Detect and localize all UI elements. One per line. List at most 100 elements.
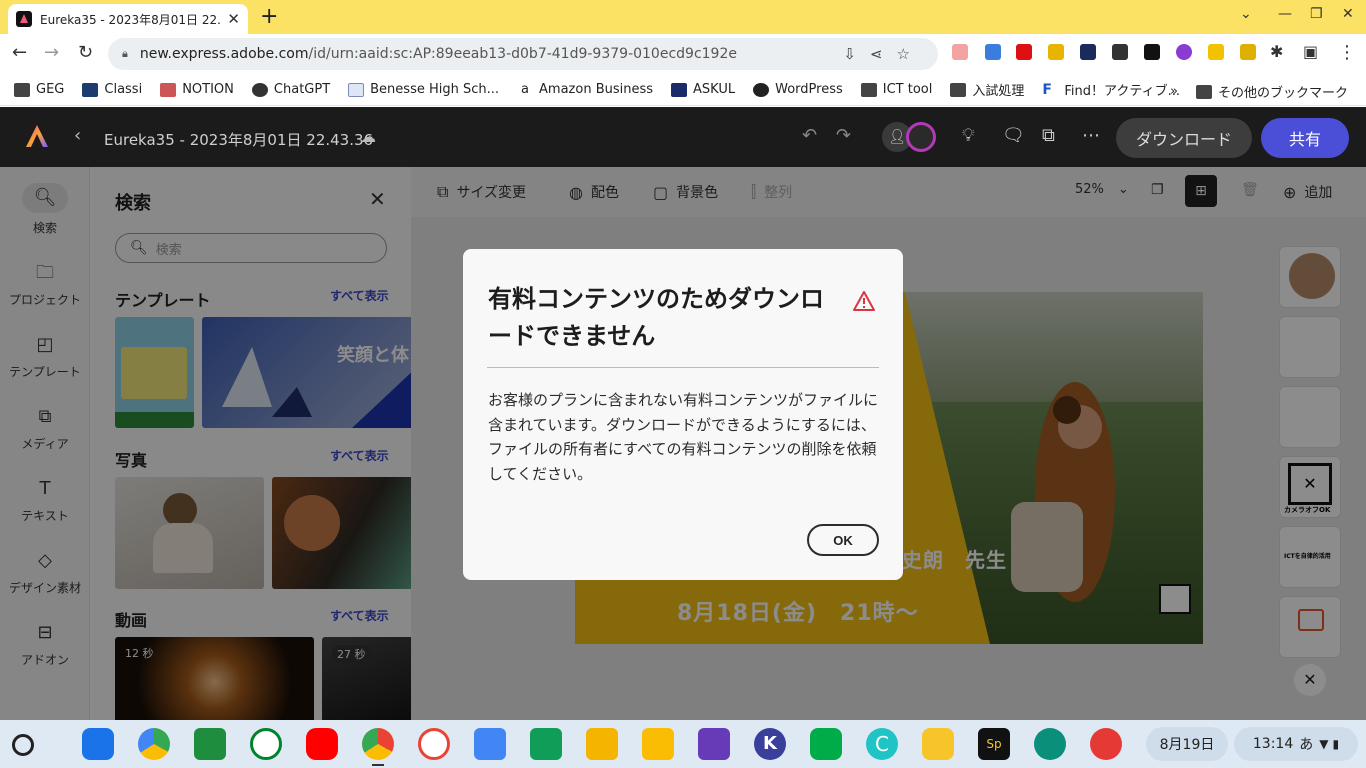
restore-button[interactable]: ❐ [1310,6,1323,22]
extension-icon[interactable] [1016,44,1032,60]
extension-icon[interactable] [1048,44,1064,60]
comment-icon[interactable]: 🗨︎ [1002,125,1025,146]
undo-icon[interactable]: ↶ [802,125,817,146]
launcher-icon[interactable] [12,734,34,756]
avatar[interactable] [906,122,936,152]
os-shelf: K C Sp 8月19日 13:14 あ ▼ ▮ [0,720,1366,768]
download-button[interactable]: ダウンロード [1116,118,1252,158]
back-chevron-icon[interactable]: ‹ [74,125,81,146]
bookmark-item[interactable]: NOTION [160,82,234,97]
chatgpt-icon [251,82,268,97]
benesse-icon [348,82,365,97]
forms-app-icon[interactable] [698,728,730,760]
bookmark-item[interactable]: Benesse High Sch... [348,82,499,97]
back-arrow-icon[interactable]: ← [12,42,27,63]
other-bookmarks[interactable]: » その他のブックマーク [1170,82,1348,101]
bookmark-item[interactable]: Classi [82,82,142,97]
bookmark-item[interactable]: ChatGPT [251,82,330,97]
paint-app-icon[interactable] [1090,728,1122,760]
canva-app-icon[interactable]: C [866,728,898,760]
ime-indicator: あ [1299,737,1314,753]
bookmark-item[interactable]: a Amazon Business [517,82,653,97]
battery-icon: ▮ [1332,737,1340,751]
notion-icon [160,82,177,97]
chrome-app-icon[interactable] [362,728,394,760]
app-icon[interactable] [922,728,954,760]
meet-app-icon[interactable] [250,728,282,760]
files-app-icon[interactable] [82,728,114,760]
bookmark-item[interactable]: GEG [14,82,64,97]
spark-app-icon[interactable]: Sp [978,728,1010,760]
forward-arrow-icon[interactable]: → [44,42,59,63]
amazon-icon: a [517,82,534,97]
bookmark-item[interactable]: F Find！アクティブ... [1042,80,1180,99]
close-window-button[interactable]: ✕ [1342,6,1354,22]
extension-icon[interactable] [1080,44,1096,60]
folder-icon [14,82,30,97]
extension-icon[interactable] [985,44,1001,60]
side-panel-icon[interactable]: ▣ [1303,42,1318,61]
browser-toolbar: ← → ↻ 🔒︎ new.express.adobe.com/id/urn:aa… [0,34,1366,74]
bookmarks-bar: GEG Classi NOTION ChatGPT Benesse High S… [0,74,1366,106]
tab-close-icon[interactable]: ✕ [227,10,240,28]
share-button[interactable]: 共有 [1261,118,1349,158]
clock: 13:14 [1252,736,1294,752]
extension-icon[interactable] [1208,44,1224,60]
docs-app-icon[interactable] [474,728,506,760]
find-icon: F [1042,82,1059,97]
minimize-button[interactable]: — [1278,6,1292,22]
slides-app-icon[interactable] [586,728,618,760]
omnibox-action-icons[interactable]: ⇩⋖☆ [843,45,924,63]
k-app-icon[interactable]: K [754,728,786,760]
classroom-app-icon[interactable] [194,728,226,760]
sheets-app-icon[interactable] [530,728,562,760]
more-options-icon[interactable]: ⋯ [1082,125,1100,146]
gmail-app-icon[interactable] [418,728,450,760]
document-title[interactable]: Eureka35 - 2023年8月01日 22.43.36 [104,129,373,150]
dialog-title: 有料コンテンツのためダウンロードできません [488,285,824,350]
notion-extension-icon[interactable] [1144,44,1160,60]
lightbulb-icon[interactable]: 💡︎ [962,125,975,146]
redo-icon[interactable]: ↷ [836,125,851,146]
adobe-express-favicon-icon [16,11,32,27]
more-bookmarks-icon[interactable]: » [1170,84,1178,99]
running-indicator [372,764,384,766]
browser-menu-icon[interactable]: ⋮ [1338,42,1356,63]
extension-icon[interactable] [1112,44,1128,60]
puzzle-extensions-icon[interactable]: ✱ [1270,42,1283,61]
adobe-express-logo-icon[interactable] [24,123,50,149]
youtube-app-icon[interactable] [306,728,338,760]
folder-icon [1195,84,1212,99]
browser-tab-strip: Eureka35 - 2023年8月01日 22.4 ✕ + ⌄ — ❐ ✕ [0,0,1366,34]
ok-button[interactable]: OK [807,524,879,556]
new-tab-button[interactable]: + [260,4,278,29]
reload-icon[interactable]: ↻ [78,42,93,63]
wordpress-icon [753,82,770,97]
status-tray[interactable]: 13:14 あ ▼ ▮ [1234,727,1358,761]
extension-icon[interactable] [952,44,968,60]
url-path: /id/urn:aaid:sc:AP:89eeab13-d0b7-41d9-93… [308,46,737,62]
tab-search-icon[interactable]: ⌄ [1240,6,1252,22]
bookmark-item[interactable]: 入試処理 [950,80,1024,99]
bookmark-item[interactable]: ASKUL [671,82,735,97]
url-host: new.express.adobe.com [139,46,309,62]
app-icon[interactable] [1034,728,1066,760]
date-tray[interactable]: 8月19日 [1146,727,1228,761]
share-link-icon[interactable]: ⧉ [1042,125,1055,146]
timer-extension-icon[interactable] [1240,44,1256,60]
extension-icon[interactable] [1176,44,1192,60]
askul-icon [671,82,688,97]
drive-app-icon[interactable] [138,728,170,760]
dialog-divider [487,367,879,368]
chat-app-icon[interactable] [810,728,842,760]
browser-tab[interactable]: Eureka35 - 2023年8月01日 22.4 ✕ [8,4,248,34]
keep-app-icon[interactable] [642,728,674,760]
address-bar[interactable]: 🔒︎ new.express.adobe.com/id/urn:aaid:sc:… [108,38,938,70]
dialog-body: お客様のプランに含まれない有料コンテンツがファイルに含まれています。ダウンロード… [488,391,879,483]
wifi-icon: ▼ [1319,737,1329,751]
express-header: ‹ Eureka35 - 2023年8月01日 22.43.36 ☁ ↶ ↷ 👤… [0,107,1366,167]
classi-icon [82,82,99,97]
folder-icon [950,82,967,97]
bookmark-item[interactable]: ICT tool [860,82,932,97]
bookmark-item[interactable]: WordPress [753,82,843,97]
